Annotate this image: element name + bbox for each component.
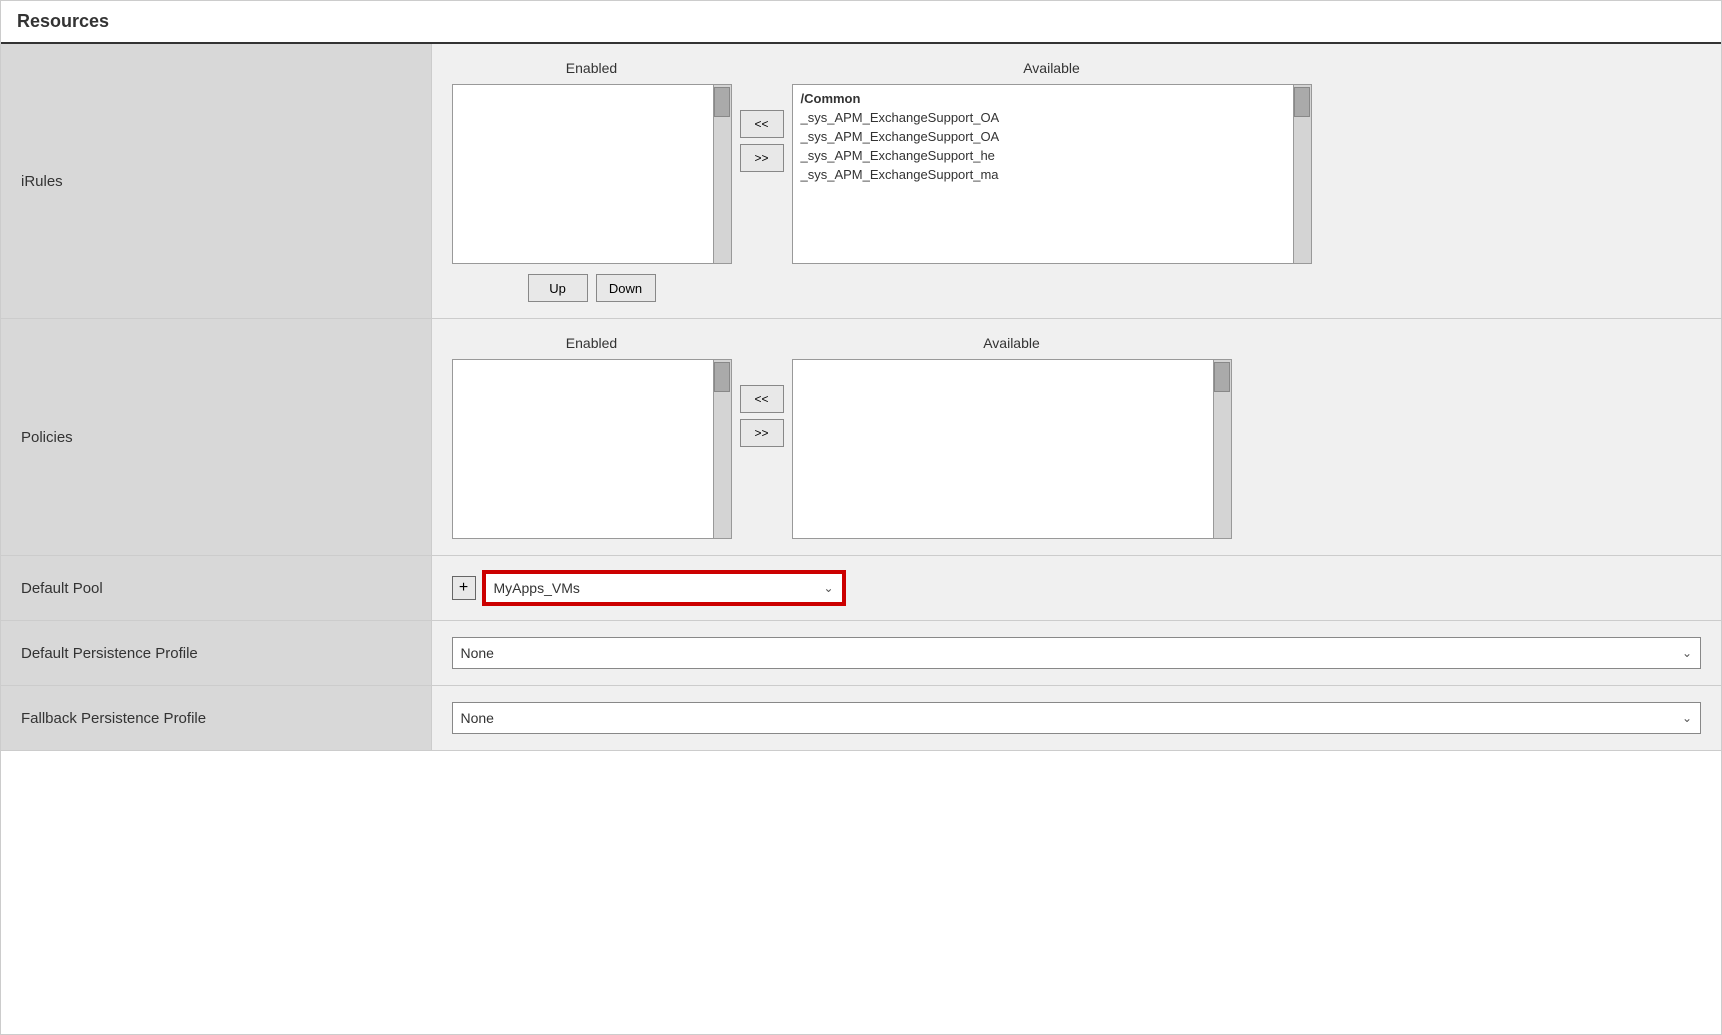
policies-enabled-scrollbar[interactable] xyxy=(713,360,731,538)
policies-label: Policies xyxy=(1,319,431,556)
irules-enabled-scroll-thumb xyxy=(714,87,730,117)
fallback-persistence-label: Fallback Persistence Profile xyxy=(1,686,431,751)
policies-enabled-list-group: Enabled xyxy=(452,335,732,539)
default-persistence-chevron-icon: ⌄ xyxy=(1682,646,1692,660)
policies-available-scroll-thumb xyxy=(1214,362,1230,392)
default-pool-inner: + MyApps_VMs ⌄ xyxy=(452,572,1702,604)
policies-move-right-button[interactable]: >> xyxy=(740,419,784,447)
default-pool-value: MyApps_VMs xyxy=(494,580,580,596)
default-pool-chevron-icon: ⌄ xyxy=(823,581,833,595)
irules-available-scroll-thumb xyxy=(1294,87,1310,117)
irules-content: Enabled Up Down xyxy=(431,44,1721,319)
irules-enabled-label: Enabled xyxy=(566,60,617,76)
policies-dual-list: Enabled << >> Available xyxy=(452,335,1702,539)
irules-available-label: Available xyxy=(1023,60,1080,76)
policies-enabled-scroll-thumb xyxy=(714,362,730,392)
default-pool-label: Default Pool xyxy=(1,556,431,621)
fallback-persistence-row: Fallback Persistence Profile None ⌄ xyxy=(1,686,1721,751)
irules-up-button[interactable]: Up xyxy=(528,274,588,302)
irules-enabled-box[interactable] xyxy=(452,84,732,264)
irules-move-left-button[interactable]: << xyxy=(740,110,784,138)
resources-table: iRules Enabled xyxy=(1,44,1721,751)
default-persistence-value: None xyxy=(461,645,494,661)
irules-dual-list: Enabled Up Down xyxy=(452,60,1702,302)
policies-move-left-button[interactable]: << xyxy=(740,385,784,413)
default-pool-select[interactable]: MyApps_VMs ⌄ xyxy=(484,572,844,604)
section-title: Resources xyxy=(17,11,109,31)
irules-up-down-row: Up Down xyxy=(452,274,732,302)
default-persistence-row: Default Persistence Profile None ⌄ xyxy=(1,621,1721,686)
irules-transfer-buttons: << >> xyxy=(740,110,784,172)
policies-available-list-group: Available xyxy=(792,335,1232,539)
irules-available-box[interactable]: /Common _sys_APM_ExchangeSupport_OA _sys… xyxy=(792,84,1312,264)
fallback-persistence-value: None xyxy=(461,710,494,726)
irules-label: iRules xyxy=(1,44,431,319)
default-pool-content: + MyApps_VMs ⌄ xyxy=(431,556,1721,621)
irules-available-item-0[interactable]: /Common xyxy=(797,89,1307,108)
default-pool-add-button[interactable]: + xyxy=(452,576,476,600)
section-header: Resources xyxy=(1,1,1721,44)
fallback-persistence-chevron-icon: ⌄ xyxy=(1682,711,1692,725)
irules-row: iRules Enabled xyxy=(1,44,1721,319)
policies-available-box[interactable] xyxy=(792,359,1232,539)
irules-move-right-button[interactable]: >> xyxy=(740,144,784,172)
policies-row: Policies Enabled << xyxy=(1,319,1721,556)
fallback-persistence-select[interactable]: None ⌄ xyxy=(452,702,1702,734)
policies-transfer-buttons: << >> xyxy=(740,385,784,447)
irules-available-item-1[interactable]: _sys_APM_ExchangeSupport_OA xyxy=(797,108,1307,127)
fallback-persistence-content: None ⌄ xyxy=(431,686,1721,751)
irules-available-item-3[interactable]: _sys_APM_ExchangeSupport_he xyxy=(797,146,1307,165)
policies-available-scrollbar[interactable] xyxy=(1213,360,1231,538)
default-persistence-label: Default Persistence Profile xyxy=(1,621,431,686)
default-pool-row: Default Pool + MyApps_VMs ⌄ xyxy=(1,556,1721,621)
default-persistence-select[interactable]: None ⌄ xyxy=(452,637,1702,669)
policies-available-label: Available xyxy=(983,335,1040,351)
default-persistence-content: None ⌄ xyxy=(431,621,1721,686)
irules-available-item-4[interactable]: _sys_APM_ExchangeSupport_ma xyxy=(797,165,1307,184)
irules-enabled-list-group: Enabled xyxy=(452,60,732,264)
policies-content: Enabled << >> Available xyxy=(431,319,1721,556)
irules-enabled-group: Enabled Up Down xyxy=(452,60,732,302)
irules-available-scrollbar[interactable] xyxy=(1293,85,1311,263)
policies-enabled-box[interactable] xyxy=(452,359,732,539)
irules-enabled-scrollbar[interactable] xyxy=(713,85,731,263)
irules-down-button[interactable]: Down xyxy=(596,274,656,302)
irules-available-content: /Common _sys_APM_ExchangeSupport_OA _sys… xyxy=(793,85,1311,188)
irules-available-list-group: Available /Common _sys_APM_ExchangeSuppo… xyxy=(792,60,1312,264)
page-container: Resources iRules Enabled xyxy=(0,0,1722,1035)
irules-available-item-2[interactable]: _sys_APM_ExchangeSupport_OA xyxy=(797,127,1307,146)
policies-enabled-label: Enabled xyxy=(566,335,617,351)
